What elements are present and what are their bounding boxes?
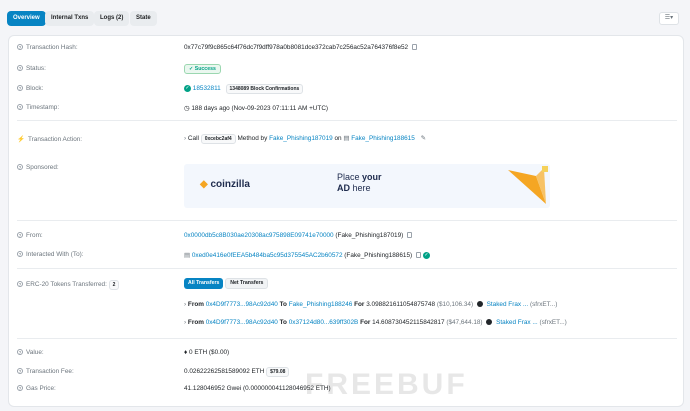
ad-brand: ◆ coinzilla xyxy=(200,179,250,190)
list-icon: ☰▾ xyxy=(664,15,674,21)
label-value: ? Value: xyxy=(17,349,44,356)
question-icon: ? xyxy=(17,368,23,375)
value-value: ♦ 0 ETH ($0.00) xyxy=(184,349,230,356)
label-from: ? From: xyxy=(17,232,43,239)
check-circle-icon: ✓ xyxy=(184,84,191,92)
contract-link[interactable]: Fake_Phishing188615 xyxy=(351,135,415,142)
fee-usd-badge: $79.08 xyxy=(266,367,290,377)
from-address-link[interactable]: 0x0000db5c8B030ae20308ac975898E09741e700… xyxy=(184,232,334,239)
transfer-from-link[interactable]: 0x4D9f7773...98Ac92d40 xyxy=(206,301,278,308)
token-icon xyxy=(476,301,483,308)
block-confirmations-badge: 1348089 Block Confirmations xyxy=(225,84,304,94)
tab-overview[interactable]: Overview xyxy=(7,11,46,26)
transaction-details-card: ? Transaction Hash: 0x77c79f9c865c64f76dc… xyxy=(8,35,684,407)
label-sponsored: ? Sponsored: xyxy=(17,164,59,171)
copy-icon[interactable] xyxy=(407,232,413,239)
copy-icon[interactable] xyxy=(412,44,418,51)
label-erc20-transfers: ? ERC-20 Tokens Transferred: 2 xyxy=(17,280,120,290)
tab-logs[interactable]: Logs (2) xyxy=(94,11,130,26)
question-icon: ? xyxy=(17,85,23,92)
arrow-icon: › xyxy=(184,319,187,326)
label-transaction-action: ⚡ Transaction Action: xyxy=(17,136,83,143)
tab-bar: Overview Internal Txns Logs (2) State ☰▾ xyxy=(0,0,690,32)
divider xyxy=(17,220,677,221)
lightning-icon: ⚡ xyxy=(17,136,25,143)
label-transaction-hash: ? Transaction Hash: xyxy=(17,44,78,51)
net-transfers-button[interactable]: Net Transfers xyxy=(225,278,269,289)
transaction-action-value: › Call 0xcebc2af4 Method by Fake_Phishin… xyxy=(184,134,426,144)
transaction-fee-value: 0.02622262581589092 ETH $79.08 xyxy=(184,367,290,377)
contract-icon: ▤ xyxy=(343,135,350,142)
divider xyxy=(17,120,677,121)
edit-icon[interactable]: ✎ xyxy=(421,135,426,142)
transfer-from-link[interactable]: 0x4D9f7773...98Ac92d40 xyxy=(206,319,278,326)
view-options-button[interactable]: ☰▾ xyxy=(659,12,679,25)
interacted-address-link[interactable]: 0xed0e416e0fEEA5b484ba5c95d375545AC2b605… xyxy=(192,252,343,259)
transfer-count-badge: 2 xyxy=(108,280,120,290)
timestamp-value: ◷ 188 days ago (Nov-09-2023 07:11:11 AM … xyxy=(184,105,329,112)
contract-icon: ▤ xyxy=(184,252,192,259)
copy-icon[interactable] xyxy=(416,252,422,259)
question-icon: ? xyxy=(17,104,23,111)
verified-check-icon: ✓ xyxy=(422,251,430,259)
transfer-filter-buttons: All Transfers Net Transfers xyxy=(184,278,269,289)
watermark: FREEBUF xyxy=(305,368,468,401)
question-icon: ? xyxy=(17,251,23,258)
coinzilla-logo-icon: ◆ xyxy=(200,179,211,190)
question-icon: ? xyxy=(17,232,23,239)
question-icon: ? xyxy=(17,164,23,171)
method-by-link[interactable]: Fake_Phishing187019 xyxy=(269,135,333,142)
label-interacted-with: ? Interacted With (To): xyxy=(17,251,84,258)
tab-state[interactable]: State xyxy=(130,11,157,26)
label-transaction-fee: ? Transaction Fee: xyxy=(17,368,74,375)
token-icon xyxy=(486,319,493,326)
question-icon: ? xyxy=(17,44,23,51)
transaction-hash-value: 0x77c79f9c865c64f76dc7f9dff978a0b8081dce… xyxy=(184,44,418,51)
block-value: ✓ 18532811 1348089 Block Confirmations xyxy=(184,84,304,94)
divider xyxy=(17,268,677,269)
question-icon: ? xyxy=(17,385,23,392)
from-value: 0x0000db5c8B030ae20308ac975898E09741e700… xyxy=(184,232,413,239)
divider xyxy=(17,338,677,339)
status-value: ✓ Success xyxy=(184,64,221,74)
sponsored-ad-banner[interactable]: ◆ coinzilla Place your AD here xyxy=(184,164,550,208)
arrow-icon: › xyxy=(184,301,187,308)
label-status: ? Status: xyxy=(17,65,46,72)
ad-arrow-graphic xyxy=(508,166,548,204)
label-gas-price: ? Gas Price: xyxy=(17,385,56,392)
transfer-to-link[interactable]: 0x37124d80...639ff302B xyxy=(289,319,359,326)
transfer-2: › From 0x4D9f7773...98Ac92d40 To 0x37124… xyxy=(184,319,567,326)
status-badge: ✓ Success xyxy=(184,64,221,74)
tab-internal-txns[interactable]: Internal Txns xyxy=(45,11,95,26)
label-block: ? Block: xyxy=(17,85,44,92)
ad-text: Place your AD here xyxy=(337,172,382,193)
question-icon: ? xyxy=(17,349,23,356)
token-link[interactable]: Staked Frax ... xyxy=(487,301,529,308)
transfer-1: › From 0x4D9f7773...98Ac92d40 To Fake_Ph… xyxy=(184,301,558,308)
transfer-to-link[interactable]: Fake_Phishing188246 xyxy=(289,301,353,308)
token-link[interactable]: Staked Frax ... xyxy=(496,319,538,326)
question-icon: ? xyxy=(17,65,23,72)
block-number-link[interactable]: 18532811 xyxy=(193,85,221,92)
all-transfers-button[interactable]: All Transfers xyxy=(184,278,224,289)
interacted-with-value: ▤ 0xed0e416e0fEEA5b484ba5c95d375545AC2b6… xyxy=(184,251,430,259)
label-timestamp: ? Timestamp: xyxy=(17,104,60,111)
method-id-badge: 0xcebc2af4 xyxy=(200,134,236,144)
question-icon: ? xyxy=(17,281,23,288)
